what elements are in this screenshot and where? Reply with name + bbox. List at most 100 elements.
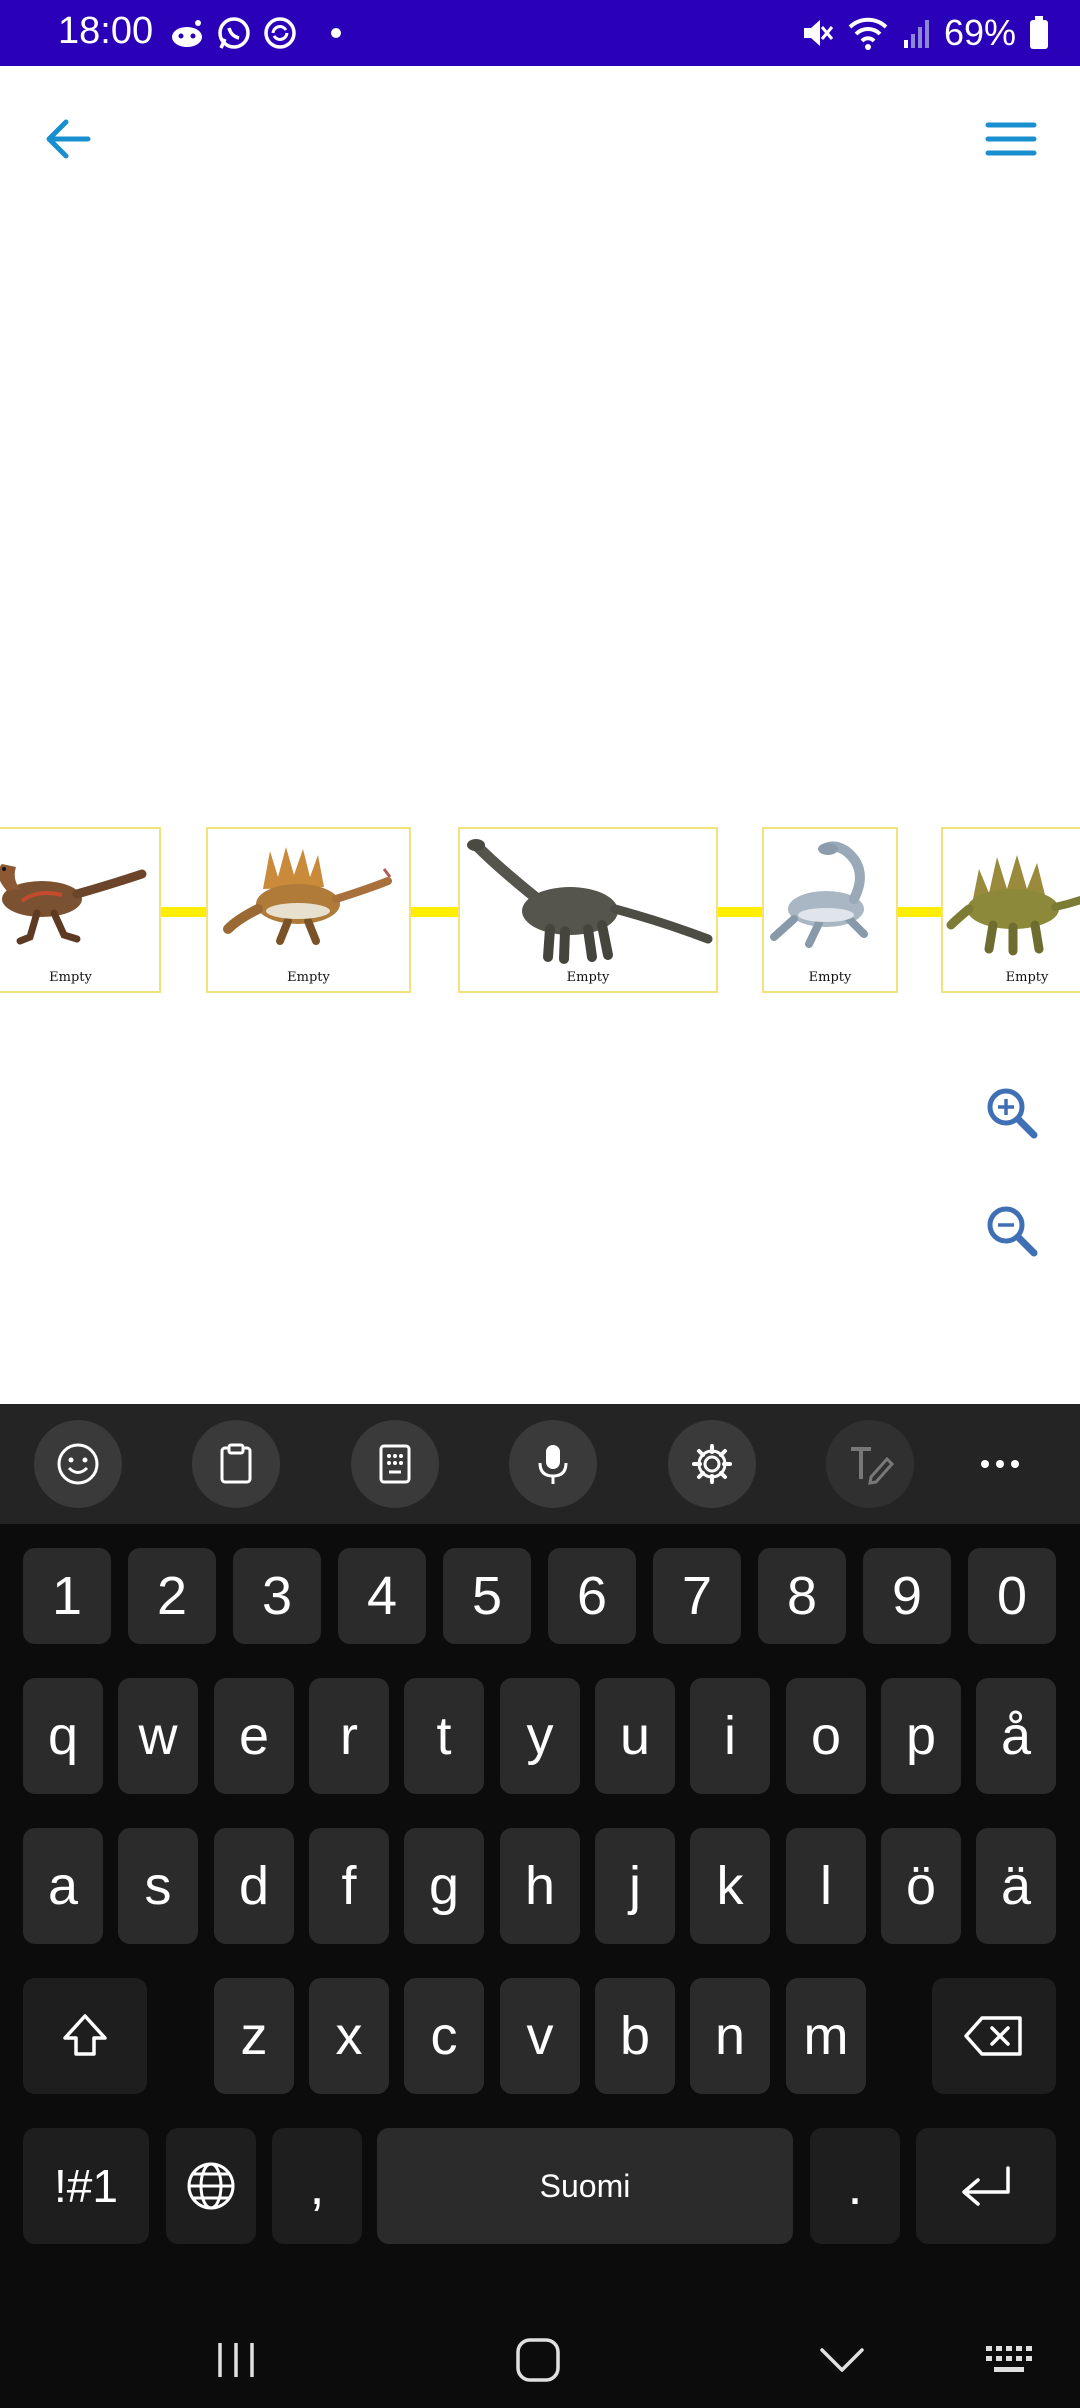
dot-icon bbox=[308, 15, 344, 51]
battery-percent: 69% bbox=[943, 12, 1016, 53]
key-e[interactable]: e bbox=[214, 1678, 294, 1794]
settings-icon bbox=[692, 1444, 732, 1484]
status-time: 18:00 bbox=[58, 10, 154, 52]
key-f[interactable]: f bbox=[309, 1828, 389, 1944]
card-label: Empty bbox=[1005, 970, 1049, 985]
signal-icon bbox=[902, 16, 932, 50]
timeline-card-spinosaurus[interactable]: Empty bbox=[206, 827, 411, 993]
key-1[interactable]: 1 bbox=[23, 1548, 111, 1644]
more-button[interactable] bbox=[956, 1420, 1044, 1508]
key-a-ring[interactable]: å bbox=[976, 1678, 1056, 1794]
key-t[interactable]: t bbox=[404, 1678, 484, 1794]
key-o[interactable]: o bbox=[786, 1678, 866, 1794]
keypad-icon bbox=[379, 1444, 411, 1484]
spinosaurus-image bbox=[223, 847, 392, 945]
key-p[interactable]: p bbox=[881, 1678, 961, 1794]
mute-icon bbox=[800, 16, 834, 50]
app-bar bbox=[0, 66, 1080, 206]
key-y[interactable]: y bbox=[500, 1678, 580, 1794]
key-b[interactable]: b bbox=[595, 1978, 675, 2094]
emoji-button[interactable] bbox=[34, 1420, 122, 1508]
raptor-image bbox=[0, 864, 147, 945]
key-g[interactable]: g bbox=[404, 1828, 484, 1944]
reddit-icon bbox=[168, 17, 206, 49]
key-9[interactable]: 9 bbox=[863, 1548, 951, 1644]
sauropod-image bbox=[467, 839, 713, 964]
zoom-in-button[interactable] bbox=[982, 1083, 1042, 1143]
back-nav-button[interactable] bbox=[812, 2330, 872, 2390]
card-label: Empty bbox=[566, 970, 610, 985]
key-d[interactable]: d bbox=[214, 1828, 294, 1944]
more-icon bbox=[981, 1460, 1019, 1468]
backspace-key[interactable] bbox=[932, 1978, 1056, 2094]
card-label: Empty bbox=[49, 970, 92, 985]
key-q[interactable]: q bbox=[23, 1678, 103, 1794]
notification-icons bbox=[168, 14, 344, 52]
keyboard: 1 2 3 4 5 6 7 8 9 0 q w e r t y u i o p … bbox=[0, 1404, 1080, 2408]
navigation-bar bbox=[0, 2312, 1080, 2408]
timeline-card-stegosaurus[interactable]: Empty bbox=[941, 827, 1080, 993]
status-bar: 18:00 69% bbox=[0, 0, 1080, 66]
key-w[interactable]: w bbox=[118, 1678, 198, 1794]
key-u[interactable]: u bbox=[595, 1678, 675, 1794]
keyboard-hide-button[interactable] bbox=[980, 2330, 1040, 2390]
zoom-in-icon bbox=[987, 1088, 1038, 1139]
key-k[interactable]: k bbox=[690, 1828, 770, 1944]
space-key[interactable]: Suomi bbox=[377, 2128, 793, 2244]
clipboard-button[interactable] bbox=[192, 1420, 280, 1508]
handwriting-button[interactable] bbox=[826, 1420, 914, 1508]
home-button[interactable] bbox=[508, 2330, 568, 2390]
timeline-canvas[interactable]: Empty Empty Empty Empty Empty bbox=[0, 206, 1080, 1404]
language-key[interactable] bbox=[166, 2128, 256, 2244]
timeline-card-plesiosaur[interactable]: Empty bbox=[762, 827, 898, 993]
recent-apps-button[interactable] bbox=[206, 2330, 266, 2390]
shift-icon bbox=[63, 2014, 107, 2056]
symbols-key[interactable]: !#1 bbox=[23, 2128, 149, 2244]
card-label: Empty bbox=[287, 970, 330, 985]
globe-icon bbox=[187, 2162, 235, 2210]
back-button[interactable] bbox=[36, 106, 102, 172]
key-i[interactable]: i bbox=[690, 1678, 770, 1794]
key-j[interactable]: j bbox=[595, 1828, 675, 1944]
key-z[interactable]: z bbox=[214, 1978, 294, 2094]
key-3[interactable]: 3 bbox=[233, 1548, 321, 1644]
keypad-button[interactable] bbox=[351, 1420, 439, 1508]
key-h[interactable]: h bbox=[500, 1828, 580, 1944]
period-key[interactable]: . bbox=[810, 2128, 900, 2244]
key-l[interactable]: l bbox=[786, 1828, 866, 1944]
key-a[interactable]: a bbox=[23, 1828, 103, 1944]
comma-key[interactable]: , bbox=[272, 2128, 362, 2244]
settings-button[interactable] bbox=[668, 1420, 756, 1508]
key-8[interactable]: 8 bbox=[758, 1548, 846, 1644]
key-s[interactable]: s bbox=[118, 1828, 198, 1944]
arrow-left-icon bbox=[46, 119, 91, 159]
home-icon bbox=[516, 2338, 560, 2382]
zoom-out-button[interactable] bbox=[982, 1201, 1042, 1261]
timeline-card-raptor[interactable]: Empty bbox=[0, 827, 161, 993]
key-o-umlaut[interactable]: ö bbox=[881, 1828, 961, 1944]
key-7[interactable]: 7 bbox=[653, 1548, 741, 1644]
key-r[interactable]: r bbox=[309, 1678, 389, 1794]
key-n[interactable]: n bbox=[690, 1978, 770, 2094]
microphone-icon bbox=[538, 1445, 568, 1484]
key-a-umlaut[interactable]: ä bbox=[976, 1828, 1056, 1944]
keyboard-toolbar bbox=[0, 1404, 1080, 1524]
menu-button[interactable] bbox=[978, 106, 1044, 172]
handwriting-icon bbox=[851, 1447, 895, 1485]
key-c[interactable]: c bbox=[404, 1978, 484, 2094]
key-5[interactable]: 5 bbox=[443, 1548, 531, 1644]
recent-apps-icon bbox=[218, 2343, 254, 2377]
key-4[interactable]: 4 bbox=[338, 1548, 426, 1644]
key-6[interactable]: 6 bbox=[548, 1548, 636, 1644]
microphone-button[interactable] bbox=[509, 1420, 597, 1508]
whatsapp-icon bbox=[216, 15, 252, 51]
key-m[interactable]: m bbox=[786, 1978, 866, 2094]
key-x[interactable]: x bbox=[309, 1978, 389, 2094]
enter-key[interactable] bbox=[916, 2128, 1056, 2244]
shift-key[interactable] bbox=[23, 1978, 147, 2094]
timeline-card-sauropod[interactable]: Empty bbox=[458, 827, 718, 993]
key-v[interactable]: v bbox=[500, 1978, 580, 2094]
hamburger-menu-icon bbox=[985, 122, 1037, 156]
key-2[interactable]: 2 bbox=[128, 1548, 216, 1644]
key-0[interactable]: 0 bbox=[968, 1548, 1056, 1644]
